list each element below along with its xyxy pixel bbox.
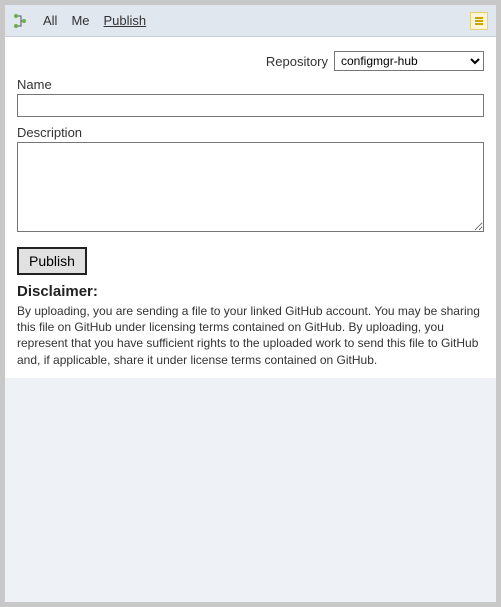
repository-label: Repository xyxy=(266,54,328,69)
hierarchy-icon[interactable] xyxy=(13,13,29,29)
name-input[interactable] xyxy=(17,94,484,117)
form-area: Repository configmgr-hub Name Descriptio… xyxy=(5,37,496,378)
description-textarea[interactable] xyxy=(17,142,484,232)
empty-area xyxy=(5,378,496,602)
publish-panel: All Me Publish Repository configmgr-hub … xyxy=(5,5,496,602)
disclaimer-text: By uploading, you are sending a file to … xyxy=(17,303,484,368)
publish-button[interactable]: Publish xyxy=(17,247,87,275)
settings-button[interactable] xyxy=(470,12,488,30)
menu-icon xyxy=(474,16,484,26)
toolbar: All Me Publish xyxy=(5,5,496,37)
disclaimer-title: Disclaimer: xyxy=(17,283,484,300)
description-label: Description xyxy=(17,125,484,140)
name-label: Name xyxy=(17,77,484,92)
tab-me[interactable]: Me xyxy=(71,13,89,28)
tab-all[interactable]: All xyxy=(43,13,57,28)
repository-row: Repository configmgr-hub xyxy=(17,51,484,71)
tab-publish[interactable]: Publish xyxy=(104,13,147,28)
repository-select[interactable]: configmgr-hub xyxy=(334,51,484,71)
